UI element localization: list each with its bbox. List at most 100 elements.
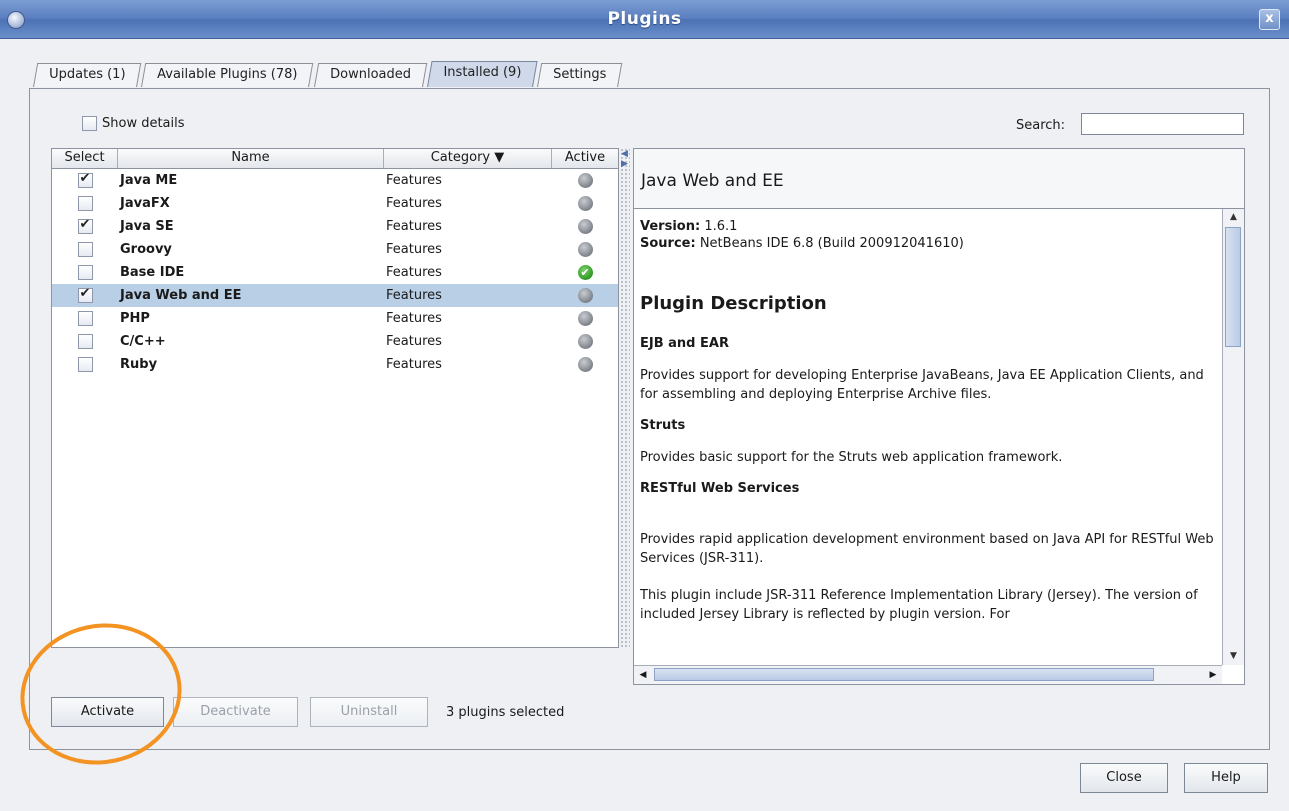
uninstall-button-label: Uninstall (340, 704, 398, 719)
description-heading: Plugin Description (640, 293, 827, 314)
version-label: Version: (640, 219, 701, 234)
horizontal-scroll-thumb[interactable] (654, 668, 1154, 681)
deactivate-button-label: Deactivate (200, 704, 271, 719)
select-cell (52, 357, 118, 372)
tab-settings[interactable]: Settings (536, 63, 623, 87)
source-label: Source: (640, 236, 696, 251)
plugin-detail-pane: Java Web and EE Version: 1.6.1 Source: N… (633, 148, 1245, 685)
selection-status: 3 plugins selected (446, 705, 565, 720)
show-details-toggle[interactable]: Show details (82, 116, 185, 131)
plugin-name: Java Web and EE (120, 288, 242, 303)
tab-bar: Updates (1) Available Plugins (78) Downl… (33, 61, 623, 89)
active-cell (552, 311, 618, 326)
table-row[interactable]: C/C++ Features (52, 330, 618, 353)
plugin-category: Features (386, 311, 442, 326)
active-cell (552, 196, 618, 211)
scroll-left-icon[interactable]: ◀ (634, 666, 652, 684)
select-cell (52, 334, 118, 349)
inactive-status-icon (577, 288, 593, 303)
plugin-name: Java ME (120, 173, 178, 188)
table-row[interactable]: Groovy Features (52, 238, 618, 261)
plugin-category: Features (386, 265, 442, 280)
plugin-name: Groovy (120, 242, 172, 257)
search-label: Search: (1016, 118, 1066, 133)
plugin-name: JavaFX (120, 196, 170, 211)
plugin-name: Ruby (120, 357, 158, 372)
table-header: Select Name Category ▼ Active (52, 149, 618, 169)
vertical-scroll-thumb[interactable] (1225, 227, 1241, 347)
inactive-status-icon (577, 311, 593, 326)
select-checkbox[interactable] (77, 265, 93, 280)
show-details-checkbox[interactable] (82, 116, 97, 131)
table-row[interactable]: PHP Features (52, 307, 618, 330)
activate-button[interactable]: Activate (51, 697, 164, 727)
select-checkbox[interactable] (77, 196, 93, 211)
plugin-category: Features (386, 357, 442, 372)
table-row[interactable]: Java ME Features (52, 169, 618, 192)
detail-horizontal-scrollbar[interactable]: ◀ ▶ (634, 665, 1222, 684)
tab-available-plugins[interactable]: Available Plugins (78) (141, 63, 314, 87)
inactive-status-icon (577, 196, 593, 211)
table-body: Java ME Features JavaFX Features Java SE Feat… (52, 169, 618, 376)
select-checkbox[interactable] (77, 311, 93, 326)
select-checkbox[interactable] (77, 171, 93, 188)
activate-button-label: Activate (80, 704, 135, 719)
section-title: RESTful Web Services (640, 481, 800, 496)
active-check-icon: ✔ (577, 265, 593, 280)
table-row[interactable]: Ruby Features (52, 353, 618, 376)
tab-updates[interactable]: Updates (1) (33, 63, 142, 87)
help-button-label: Help (1211, 770, 1241, 785)
tab-downloaded[interactable]: Downloaded (313, 63, 427, 87)
active-cell (552, 173, 618, 188)
help-button[interactable]: Help (1184, 763, 1268, 793)
table-row[interactable]: Base IDE Features ✔ (52, 261, 618, 284)
column-header-active[interactable]: Active (552, 149, 618, 168)
table-row[interactable]: Java SE Features (52, 215, 618, 238)
select-cell (52, 196, 118, 211)
plugin-category: Features (386, 173, 442, 188)
active-cell (552, 242, 618, 257)
uninstall-button[interactable]: Uninstall (310, 697, 428, 727)
inactive-status-icon (577, 334, 593, 349)
column-header-select[interactable]: Select (52, 149, 118, 168)
plugin-category: Features (386, 196, 442, 211)
select-checkbox[interactable] (77, 217, 93, 234)
select-checkbox[interactable] (77, 357, 93, 372)
select-checkbox[interactable] (77, 286, 93, 303)
tab-installed[interactable]: Installed (9) (426, 61, 538, 87)
source-line: Source: NetBeans IDE 6.8 (Build 20091204… (640, 235, 1222, 252)
version-value: 1.6.1 (704, 219, 738, 234)
section-text: Provides support for developing Enterpri… (640, 368, 1204, 402)
scroll-up-icon[interactable]: ▲ (1223, 209, 1244, 226)
table-row[interactable]: Java Web and EE Features (52, 284, 618, 307)
deactivate-button[interactable]: Deactivate (173, 697, 298, 727)
section-text: Provides rapid application development e… (640, 532, 1214, 566)
splitter-arrow-icons[interactable]: ◀ ▶ (621, 149, 628, 169)
section-title: Struts (640, 418, 686, 433)
plugin-detail-body: Version: 1.6.1 Source: NetBeans IDE 6.8 … (634, 209, 1222, 665)
scroll-right-icon[interactable]: ▶ (1204, 666, 1222, 684)
close-button[interactable]: Close (1080, 763, 1168, 793)
inactive-status-icon (577, 173, 593, 188)
plugin-category: Features (386, 242, 442, 257)
scroll-down-icon[interactable]: ▼ (1223, 648, 1244, 665)
window-close-button[interactable]: x (1259, 9, 1280, 30)
table-row[interactable]: JavaFX Features (52, 192, 618, 215)
plugin-name: PHP (120, 311, 150, 326)
search-input[interactable] (1081, 113, 1244, 135)
inactive-status-icon (577, 242, 593, 257)
plugins-table: Select Name Category ▼ Active Java ME Fea… (51, 148, 619, 648)
split-pane-divider[interactable] (620, 148, 630, 648)
plugin-detail-title: Java Web and EE (634, 149, 1244, 209)
column-header-name[interactable]: Name (118, 149, 384, 168)
select-cell (52, 242, 118, 257)
select-checkbox[interactable] (77, 242, 93, 257)
column-header-category[interactable]: Category ▼ (384, 149, 552, 168)
title-bar: Plugins x (0, 0, 1289, 39)
detail-vertical-scrollbar[interactable]: ▲ ▼ (1222, 209, 1244, 665)
show-details-label: Show details (102, 116, 185, 131)
plugin-name: C/C++ (120, 334, 166, 349)
active-cell (552, 288, 618, 303)
select-checkbox[interactable] (77, 334, 93, 349)
close-button-label: Close (1106, 770, 1142, 785)
